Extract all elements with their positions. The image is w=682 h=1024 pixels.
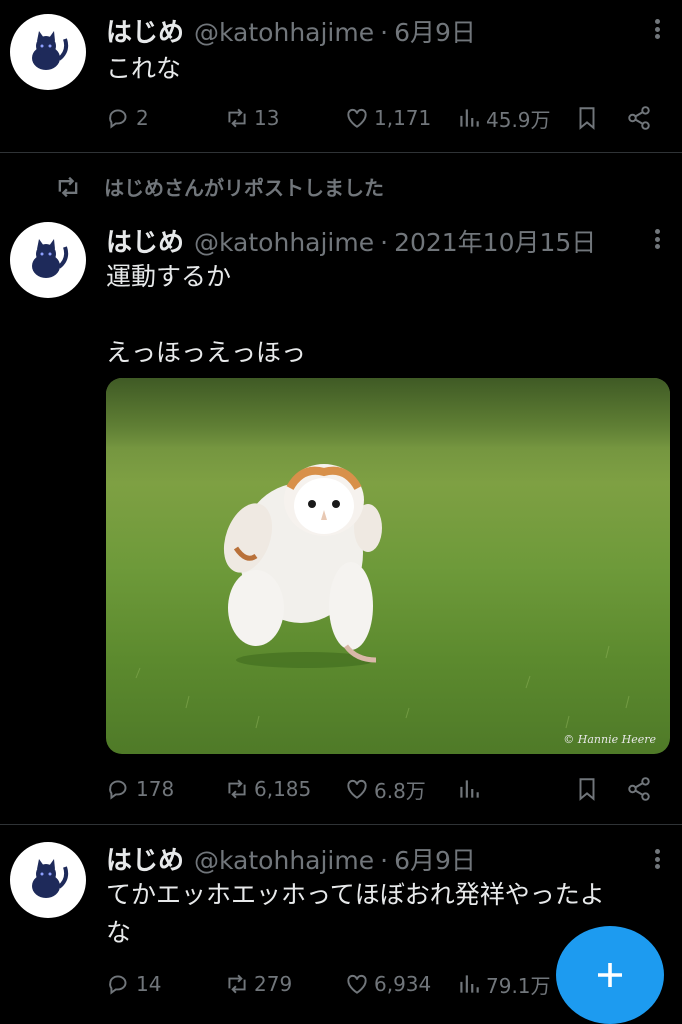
cat-avatar-icon (32, 239, 69, 278)
author-name[interactable]: はじめ (106, 222, 184, 259)
author-handle[interactable]: @katohhajime (194, 228, 374, 257)
like-count: 6.8万 (374, 778, 426, 803)
views-count: 79.1万 (486, 973, 551, 998)
bookmark-button[interactable] (574, 101, 604, 135)
tweet-header: はじめ @katohhajime · 2021年10月15日 (106, 222, 596, 258)
tweet-date[interactable]: 6月9日 (394, 13, 476, 49)
repost-notice[interactable]: はじめさんがリポストしました (54, 172, 384, 201)
plus-icon (598, 963, 622, 987)
repost-icon (228, 779, 246, 799)
repost-button[interactable]: 13 (224, 101, 279, 135)
heart-icon (347, 974, 367, 994)
avatar[interactable] (10, 842, 86, 918)
author-name[interactable]: はじめ (106, 12, 184, 49)
photo-credit: © Hannie Heere (563, 733, 656, 746)
reply-icon (109, 109, 127, 129)
share-button[interactable] (626, 772, 656, 806)
reply-count: 2 (136, 106, 149, 130)
cat-avatar-icon (32, 31, 69, 70)
views-button[interactable]: 45.9万 (456, 101, 551, 135)
tweet-text-line: 運動するか (106, 262, 232, 291)
tweet-actions: 2 13 1,171 45.9万 (106, 101, 666, 135)
tweet-header: はじめ @katohhajime · 6月9日 (106, 840, 476, 876)
author-handle[interactable]: @katohhajime (194, 846, 374, 875)
bookmark-icon (579, 778, 595, 801)
author-handle[interactable]: @katohhajime (194, 18, 374, 47)
views-button[interactable] (456, 772, 486, 806)
more-options-icon[interactable] (652, 844, 662, 874)
tweet-actions: 178 6,185 6.8万 (106, 772, 666, 806)
tweet-photo[interactable]: © Hannie Heere (106, 378, 670, 754)
like-button[interactable]: 6.8万 (344, 772, 426, 806)
repost-button[interactable]: 279 (224, 967, 292, 1001)
reply-icon (109, 975, 127, 995)
bookmark-button[interactable] (574, 772, 604, 806)
more-options-icon[interactable] (652, 224, 662, 254)
repost-icon (58, 176, 78, 197)
author-name[interactable]: はじめ (106, 840, 184, 877)
separator-dot: · (380, 18, 389, 47)
share-icon (628, 777, 650, 801)
separator-dot: · (380, 846, 389, 875)
repost-count: 6,185 (254, 777, 312, 801)
reply-count: 14 (136, 972, 162, 996)
tweet-text-line: えっほっえっほっ (106, 338, 307, 367)
tweet-header: はじめ @katohhajime · 6月9日 (106, 12, 476, 48)
views-button[interactable]: 79.1万 (456, 967, 551, 1001)
divider (0, 152, 682, 153)
bookmark-icon (579, 107, 595, 130)
analytics-icon (460, 780, 479, 798)
repost-icon (228, 974, 246, 994)
repost-button[interactable]: 6,185 (224, 772, 311, 806)
owl-illustration (135, 464, 630, 729)
divider (0, 824, 682, 825)
reply-button[interactable]: 14 (106, 967, 161, 1001)
share-icon (628, 106, 650, 130)
tweet[interactable]: はじめ @katohhajime · 6月9日 これな 2 13 1,171 4… (0, 0, 682, 152)
like-count: 6,934 (374, 972, 432, 996)
reply-button[interactable]: 2 (106, 101, 149, 135)
like-count: 1,171 (374, 106, 432, 130)
avatar[interactable] (10, 222, 86, 298)
reply-icon (109, 780, 127, 800)
heart-icon (347, 108, 367, 128)
reply-count: 178 (136, 777, 175, 801)
analytics-icon (460, 975, 479, 993)
more-options-icon[interactable] (652, 14, 662, 44)
analytics-icon (460, 109, 479, 127)
tweet-date[interactable]: 6月9日 (394, 841, 476, 877)
share-button[interactable] (626, 101, 656, 135)
cat-avatar-icon (32, 859, 69, 898)
like-button[interactable]: 6,934 (344, 967, 431, 1001)
repost-notice-text: はじめさんがリポストしました (104, 176, 384, 200)
views-count: 45.9万 (486, 107, 551, 132)
separator-dot: · (380, 228, 389, 257)
repost-count: 13 (254, 106, 280, 130)
tweet-date[interactable]: 2021年10月15日 (394, 223, 596, 259)
reply-button[interactable]: 178 (106, 772, 174, 806)
avatar[interactable] (10, 14, 86, 90)
like-button[interactable]: 1,171 (344, 101, 431, 135)
tweet-text: これな (106, 54, 182, 83)
compose-button[interactable] (556, 926, 664, 1024)
heart-icon (347, 779, 367, 799)
repost-count: 279 (254, 972, 293, 996)
tweet-text-line: てかエッホエッホってほぼおれ発祥やったよ (106, 880, 605, 909)
repost-icon (228, 108, 246, 128)
